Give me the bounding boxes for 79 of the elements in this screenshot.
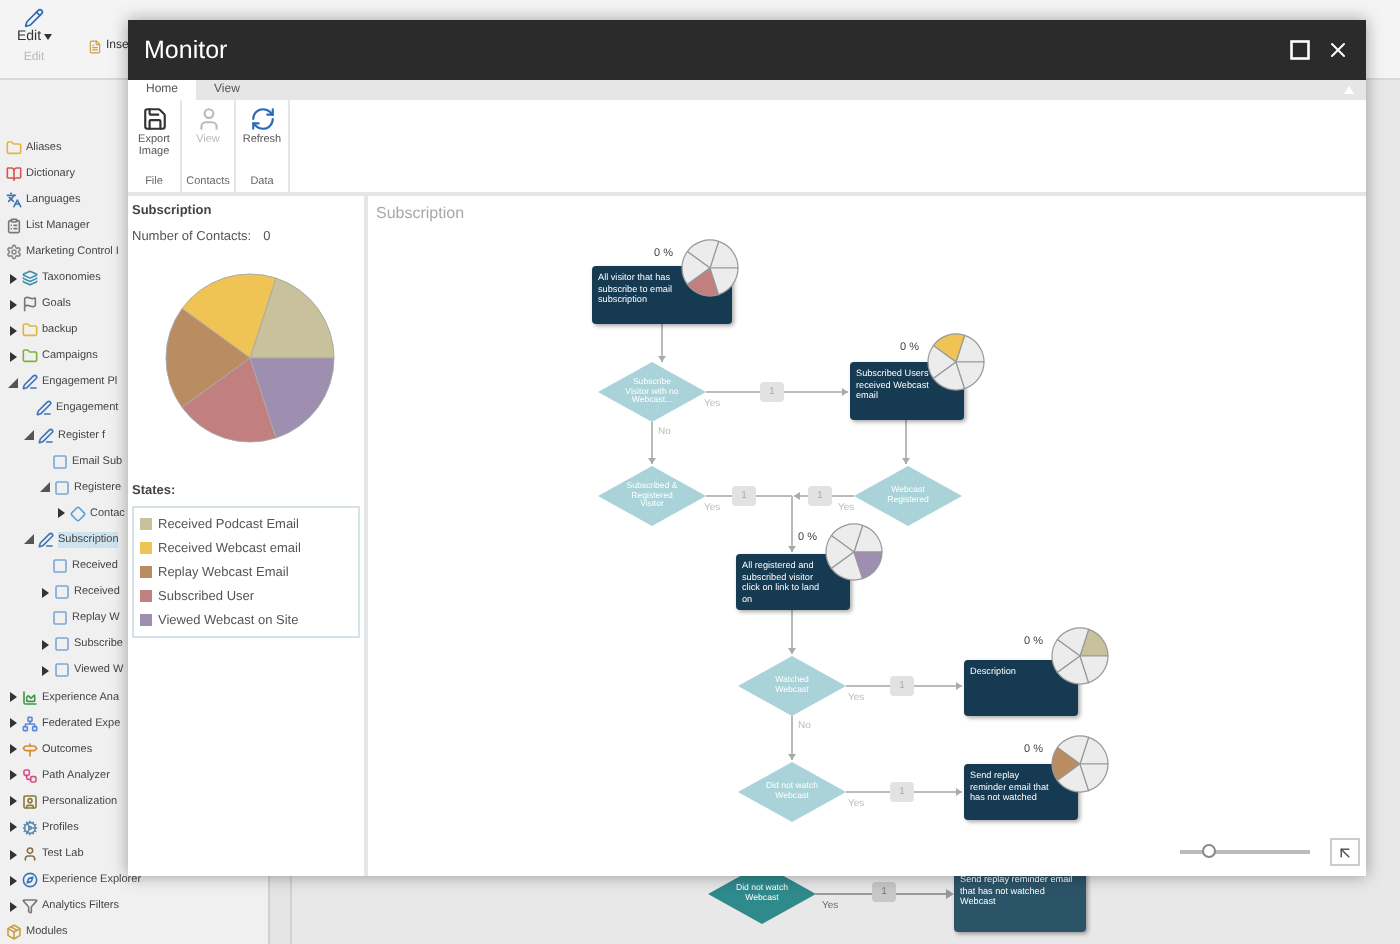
slider-thumb[interactable] [1201,844,1216,858]
book-icon [6,165,22,182]
pie-chart-drawing [824,522,884,582]
collapsed-caret-icon[interactable] [8,849,18,860]
person-icon [22,846,38,863]
collapsed-caret-icon[interactable] [8,325,18,336]
pen-icon [38,531,54,548]
pencil-icon [24,8,44,28]
languages-icon [6,191,22,208]
area-chart-icon [22,689,38,706]
dialog-title: Monitor [144,36,228,64]
folder-icon [6,139,22,156]
collapsed-caret-icon[interactable] [8,692,18,703]
pen-icon [38,427,54,444]
pen-icon [22,374,38,391]
clipboard-icon [6,217,22,234]
connector-line [705,495,793,497]
connector-arrow [788,715,796,761]
square-icon [52,610,68,627]
maximize-icon[interactable] [1290,40,1310,60]
layers-icon [22,270,38,287]
fit-button[interactable] [1330,838,1360,866]
collapsed-caret-icon[interactable] [40,665,50,676]
settings-icon [6,243,22,260]
person-icon [195,106,221,132]
square-icon [54,662,70,679]
collapsed-caret-icon[interactable] [8,351,18,362]
pen-icon [36,400,52,417]
connector-arrow [902,419,910,465]
square-icon [54,479,70,496]
collapsed-caret-icon[interactable] [8,299,18,310]
square-icon [52,453,68,470]
collapsed-caret-icon[interactable] [8,744,18,755]
connector-arrow [788,609,796,655]
expanded-caret-icon[interactable] [8,377,18,388]
collapsed-caret-icon[interactable] [8,718,18,729]
arrow-icon [1336,843,1354,861]
square-icon [52,558,68,575]
refresh-icon [249,106,275,132]
folder-icon [22,322,38,339]
collapsed-caret-icon[interactable] [8,875,18,886]
diamond-icon [70,505,86,522]
box-icon [6,924,22,941]
close-icon[interactable] [1326,38,1350,62]
expanded-caret-icon[interactable] [24,534,34,545]
connector-arrow [845,682,963,690]
connector-arrow [845,788,963,796]
expanded-caret-icon[interactable] [24,430,34,441]
pie-chart-drawing [1050,734,1110,794]
connector-arrow [814,888,954,900]
collapsed-caret-icon[interactable] [40,639,50,650]
collapsed-caret-icon[interactable] [40,587,50,598]
connector-arrow [648,421,656,465]
caret-icon [43,34,52,40]
pie-chart-drawing [680,238,740,298]
user-square-icon [22,793,38,810]
workflow-icon [22,767,38,784]
document-icon [88,39,102,53]
collapsed-caret-icon[interactable] [8,822,18,833]
network-icon [22,715,38,732]
square-icon [54,584,70,601]
collapsed-caret-icon[interactable] [8,770,18,781]
flag-icon [22,296,38,313]
connector-arrow [705,388,849,396]
pie-chart-drawing [926,332,986,392]
filter-icon [22,898,38,915]
pie-chart-drawing [1050,626,1110,686]
collapsed-caret-icon[interactable] [8,901,18,912]
gear-icon [22,819,38,836]
collapsed-caret-icon[interactable] [8,273,18,284]
connector-arrow [658,323,666,363]
square-icon [54,636,70,653]
folder-icon [22,348,38,365]
compass-icon [22,872,38,889]
collapsed-caret-icon[interactable] [56,508,66,519]
signpost-icon [22,741,38,758]
collapsed-caret-icon[interactable] [8,796,18,807]
canvas-title: Subscription [376,204,465,222]
expanded-caret-icon[interactable] [40,482,50,493]
